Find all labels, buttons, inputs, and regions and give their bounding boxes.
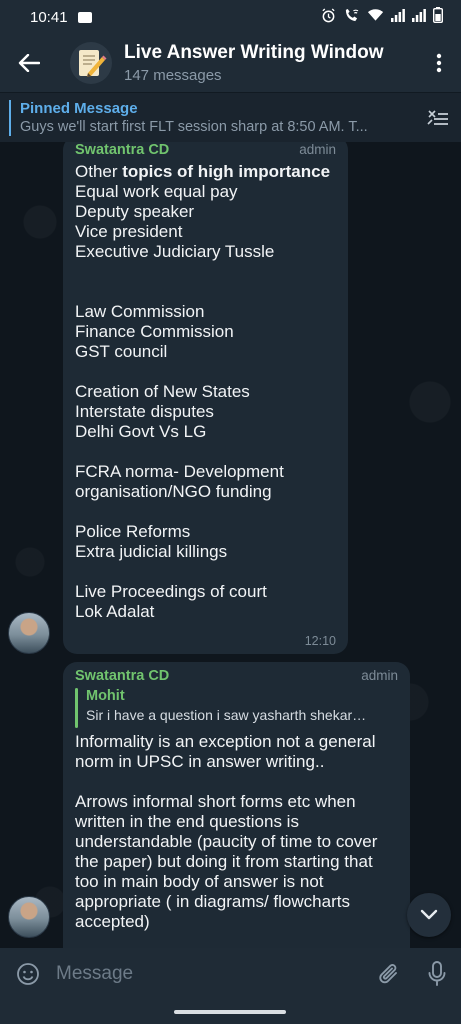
more-vertical-icon (436, 53, 442, 73)
admin-badge: admin (299, 142, 336, 157)
message-text-bold: topics of high importance (122, 162, 331, 181)
chat-title: Live Answer Writing Window (124, 42, 384, 63)
reply-quote[interactable]: Mohit Sir i have a question i saw yashar… (75, 688, 398, 728)
reply-sender-name: Mohit (86, 688, 125, 704)
message-header: Swatantra CD admin (75, 142, 336, 158)
chat-header: Live Answer Writing Window 147 messages (0, 34, 461, 92)
signal-icon (412, 8, 426, 26)
arrow-left-icon (18, 54, 40, 72)
chevron-down-icon (420, 909, 438, 920)
scroll-down-button[interactable] (407, 893, 451, 937)
message-bubble[interactable]: Swatantra CD admin Other topics of high … (63, 142, 348, 654)
avatar[interactable] (8, 612, 50, 654)
chat-area[interactable]: Swatantra CD admin Other topics of high … (0, 142, 461, 948)
battery-icon (432, 7, 444, 27)
back-button[interactable] (0, 34, 58, 92)
home-indicator[interactable] (174, 1010, 286, 1014)
pinned-label: Pinned Message (20, 100, 138, 117)
voice-record-button[interactable] (413, 948, 461, 1000)
status-time: 10:41 (30, 8, 68, 26)
attach-button[interactable] (365, 948, 413, 1000)
notification-icon (77, 11, 92, 23)
admin-badge: admin (361, 668, 398, 683)
message-count: 147 messages (124, 67, 222, 84)
wifi-calling-icon (343, 8, 360, 27)
message-time: 12:10 (304, 634, 336, 648)
sender-name[interactable]: Swatantra CD (75, 668, 169, 684)
reply-indicator (75, 688, 78, 728)
more-options-button[interactable] (417, 34, 461, 92)
channel-avatar[interactable] (70, 42, 112, 84)
microphone-icon (428, 961, 446, 986)
pinned-list-button[interactable] (415, 95, 461, 141)
pin-list-icon (427, 109, 448, 125)
message-text: Other topics of high importance Equal wo… (75, 162, 336, 622)
message-text-body: Equal work equal pay Deputy speaker Vice… (75, 182, 284, 621)
status-icons (321, 7, 444, 27)
alarm-icon (321, 7, 336, 27)
message-input[interactable] (56, 954, 365, 994)
message-header: Swatantra CD admin (75, 668, 398, 684)
system-nav-bar (0, 1000, 461, 1024)
paperclip-icon (379, 964, 397, 984)
pinned-text-block: Pinned Message Guys we'll start first FL… (20, 100, 415, 135)
chat-title-block[interactable]: Live Answer Writing Window 147 messages (124, 42, 417, 84)
message-composer (0, 948, 461, 1000)
message-text-prefix: Other (75, 162, 123, 181)
pinned-indicator (9, 99, 11, 136)
memo-pencil-icon (79, 50, 107, 77)
wifi-icon (367, 8, 384, 26)
message-bubble[interactable]: Swatantra CD admin Mohit Sir i have a qu… (63, 662, 410, 948)
pinned-message-bar[interactable]: Pinned Message Guys we'll start first FL… (0, 92, 461, 142)
status-bar: 10:41 (0, 0, 461, 34)
sender-name[interactable]: Swatantra CD (75, 142, 169, 158)
signal-icon (391, 8, 405, 26)
emoji-button[interactable] (0, 948, 56, 1000)
reply-text: Sir i have a question i saw yasharth she… (86, 707, 367, 723)
emoji-icon (17, 963, 39, 985)
avatar[interactable] (8, 896, 50, 938)
reply-body: Mohit Sir i have a question i saw yashar… (86, 688, 396, 728)
message-text: Informality is an exception not a genera… (75, 732, 378, 931)
pinned-message-text: Guys we'll start first FLT session sharp… (20, 119, 368, 135)
